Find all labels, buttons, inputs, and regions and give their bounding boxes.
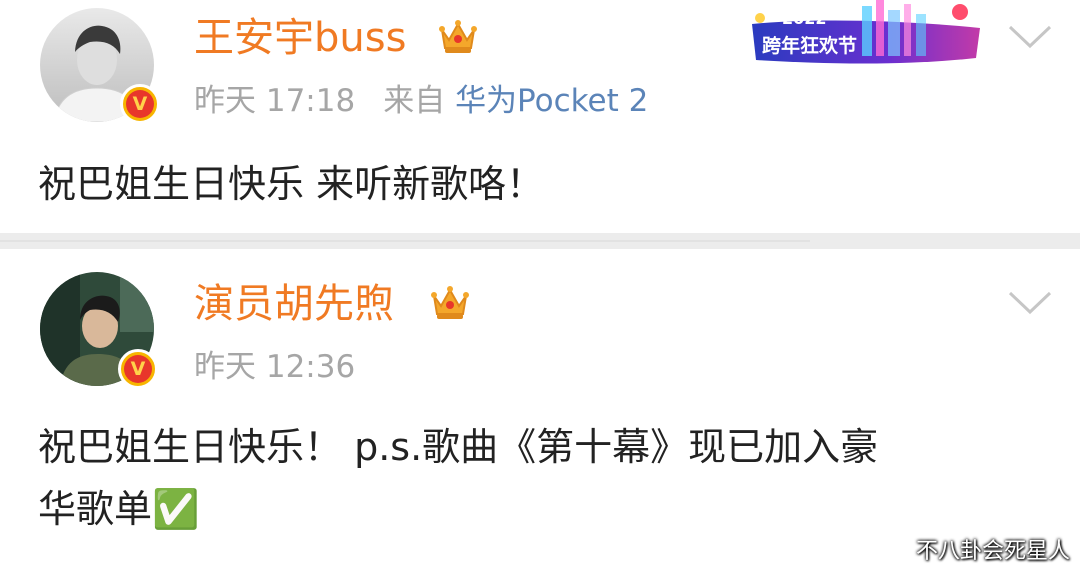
banner-text: 跨年狂欢节 [762, 34, 857, 57]
crown-icon[interactable] [436, 14, 480, 58]
feed-separator [0, 240, 810, 242]
crown-icon[interactable] [428, 280, 472, 324]
new-year-banner[interactable]: 2022 跨年狂欢节 [752, 0, 980, 68]
chevron-down-icon[interactable] [1008, 290, 1052, 316]
source-prefix: 来自 [383, 83, 446, 119]
watermark: 不八卦会死星人 [915, 539, 1070, 564]
verified-icon: V [120, 84, 160, 124]
post-time: 昨天 17:18 [194, 83, 356, 119]
source-link[interactable]: 华为Pocket 2 [455, 83, 648, 119]
username-post-1[interactable]: 王安宇buss [194, 14, 406, 62]
post-time: 昨天 12:36 [194, 349, 356, 385]
post-content-1: 祝巴姐生日快乐 来听新歌咯！ [38, 162, 545, 206]
banner-year: 2022 [782, 9, 827, 28]
post-meta-2: 昨天 12:36 [194, 348, 355, 386]
chevron-down-icon[interactable] [1008, 24, 1052, 50]
verified-icon: V [118, 349, 158, 389]
post-content-2-line-1: 祝巴姐生日快乐！ p.s.歌曲《第十幕》现已加入豪 [38, 425, 879, 469]
post-content-2-line-2: 华歌单✅ [38, 487, 200, 531]
username-post-2[interactable]: 演员胡先煦 [194, 280, 394, 328]
post-meta-1: 昨天 17:18 来自 华为Pocket 2 [194, 82, 648, 120]
